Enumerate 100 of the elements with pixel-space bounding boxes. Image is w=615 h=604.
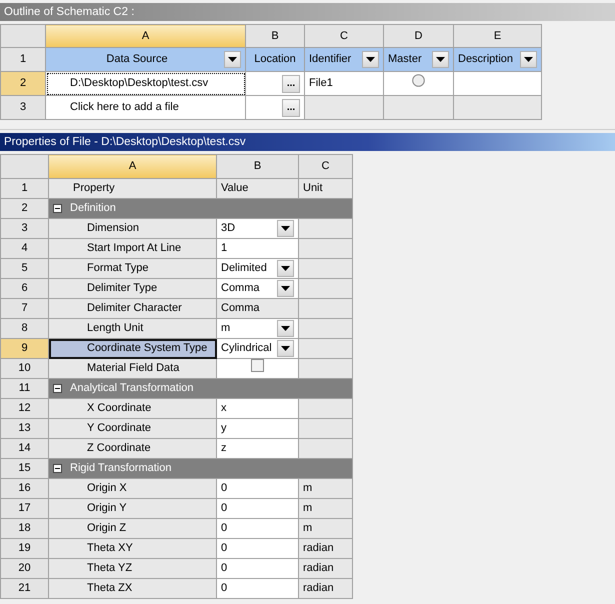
group-label: Definition — [70, 201, 116, 216]
table-cell[interactable]: Y Coordinate — [48, 418, 216, 438]
table-cell[interactable]: Origin Z — [48, 518, 216, 538]
table-cell[interactable]: 3D — [216, 218, 298, 238]
table-cell[interactable]: 1 — [216, 238, 298, 258]
column-header[interactable]: B — [216, 154, 298, 178]
table-cell[interactable]: Theta XY — [48, 538, 216, 558]
dropdown-button[interactable] — [224, 51, 241, 68]
row-number: 1 — [0, 48, 46, 72]
table-cell[interactable]: Coordinate System Type — [48, 338, 216, 358]
browse-button[interactable]: ... — [282, 74, 300, 92]
dropdown-button[interactable] — [277, 260, 294, 277]
table-cell: Comma — [216, 298, 298, 318]
radio-button[interactable] — [412, 74, 425, 88]
column-header[interactable]: C — [298, 154, 352, 178]
row-number: 9 — [0, 338, 48, 358]
dropdown-button[interactable] — [520, 51, 537, 68]
collapse-icon[interactable] — [53, 464, 62, 473]
table-cell[interactable]: x — [216, 398, 298, 418]
table-cell[interactable]: Start Import At Line — [48, 238, 216, 258]
table-cell[interactable]: 0 — [216, 558, 298, 578]
row-number: 10 — [0, 358, 48, 378]
collapse-icon[interactable] — [53, 204, 62, 213]
row-number: 8 — [0, 318, 48, 338]
panel-title: Outline of Schematic C2 : — [0, 3, 615, 21]
caret-icon — [281, 326, 290, 331]
table-cell[interactable]: y — [216, 418, 298, 438]
table-cell[interactable]: Cylindrical — [216, 338, 298, 358]
row-number: 15 — [0, 458, 48, 478]
dropdown-button[interactable] — [277, 280, 294, 297]
caret-icon — [366, 57, 375, 62]
table-cell[interactable]: 0 — [216, 538, 298, 558]
table-cell[interactable]: Origin Y — [48, 498, 216, 518]
table-cell[interactable]: Z Coordinate — [48, 438, 216, 458]
row-number: 2 — [0, 72, 46, 96]
table-cell: m — [298, 518, 352, 538]
table-cell[interactable]: Theta YZ — [48, 558, 216, 578]
row-number: 19 — [0, 538, 48, 558]
row-number: 6 — [0, 278, 48, 298]
table-cell: radian — [298, 578, 352, 598]
table-cell: radian — [298, 538, 352, 558]
caret-icon — [436, 57, 445, 62]
column-title: Master — [388, 52, 422, 68]
row-number: 2 — [0, 198, 48, 218]
table-cell: Property — [48, 178, 216, 198]
dropdown-button[interactable] — [277, 320, 294, 337]
column-header[interactable]: B — [246, 24, 304, 48]
column-header[interactable]: A — [48, 154, 216, 178]
column-header[interactable]: A — [46, 24, 246, 48]
table-cell[interactable]: Format Type — [48, 258, 216, 278]
table-cell[interactable]: m — [216, 318, 298, 338]
collapse-icon[interactable] — [53, 384, 62, 393]
dropdown-button[interactable] — [277, 220, 294, 237]
column-header[interactable]: C — [304, 24, 384, 48]
cell-value: m — [221, 321, 230, 336]
table-cell[interactable]: Delimiter Character — [48, 298, 216, 318]
row-number: 18 — [0, 518, 48, 538]
table-cell[interactable]: Click here to add a file — [46, 96, 246, 120]
table-cell: Value — [216, 178, 298, 198]
table-cell[interactable]: Comma — [216, 278, 298, 298]
table-cell: Unit — [298, 178, 352, 198]
table-cell[interactable]: X Coordinate — [48, 398, 216, 418]
table-cell[interactable]: Delimiter Type — [48, 278, 216, 298]
table-cell[interactable]: Theta ZX — [48, 578, 216, 598]
caret-icon — [228, 57, 237, 62]
cell-value: Cylindrical — [221, 341, 272, 356]
table-cell: m — [298, 478, 352, 498]
table-cell[interactable]: Length Unit — [48, 318, 216, 338]
table-cell[interactable]: Origin X — [48, 478, 216, 498]
dropdown-button[interactable] — [362, 51, 379, 68]
table-cell[interactable]: 0 — [216, 578, 298, 598]
table-cell[interactable]: 0 — [216, 518, 298, 538]
table-cell: radian — [298, 558, 352, 578]
dropdown-button[interactable] — [277, 340, 294, 357]
table-cell[interactable]: z — [216, 438, 298, 458]
row-number: 13 — [0, 418, 48, 438]
row-number: 4 — [0, 238, 48, 258]
column-header[interactable]: E — [454, 24, 542, 48]
caret-icon — [281, 266, 290, 271]
table-cell[interactable]: Dimension — [48, 218, 216, 238]
dropdown-button[interactable] — [432, 51, 449, 68]
table-cell: m — [298, 498, 352, 518]
table-cell[interactable]: D:\Desktop\Desktop\test.csv — [46, 72, 246, 96]
row-number: 21 — [0, 578, 48, 598]
table-cell[interactable]: Delimited — [216, 258, 298, 278]
cell-value: Comma — [221, 281, 260, 296]
column-title: Description — [458, 52, 514, 68]
browse-button[interactable]: ... — [282, 98, 300, 116]
panel-title: Properties of File - D:\Desktop\Desktop\test.csv — [0, 133, 615, 151]
cell-value: 3D — [221, 221, 236, 236]
column-header[interactable]: D — [384, 24, 454, 48]
row-number: 17 — [0, 498, 48, 518]
table-cell: File1 — [304, 72, 384, 96]
row-number: 7 — [0, 298, 48, 318]
table-cell[interactable]: Material Field Data — [48, 358, 216, 378]
table-cell[interactable]: 0 — [216, 498, 298, 518]
table-cell[interactable]: 0 — [216, 478, 298, 498]
group-label: Rigid Transformation — [70, 461, 172, 476]
column-header: Location — [246, 48, 304, 72]
column-title: Identifier — [309, 52, 352, 68]
